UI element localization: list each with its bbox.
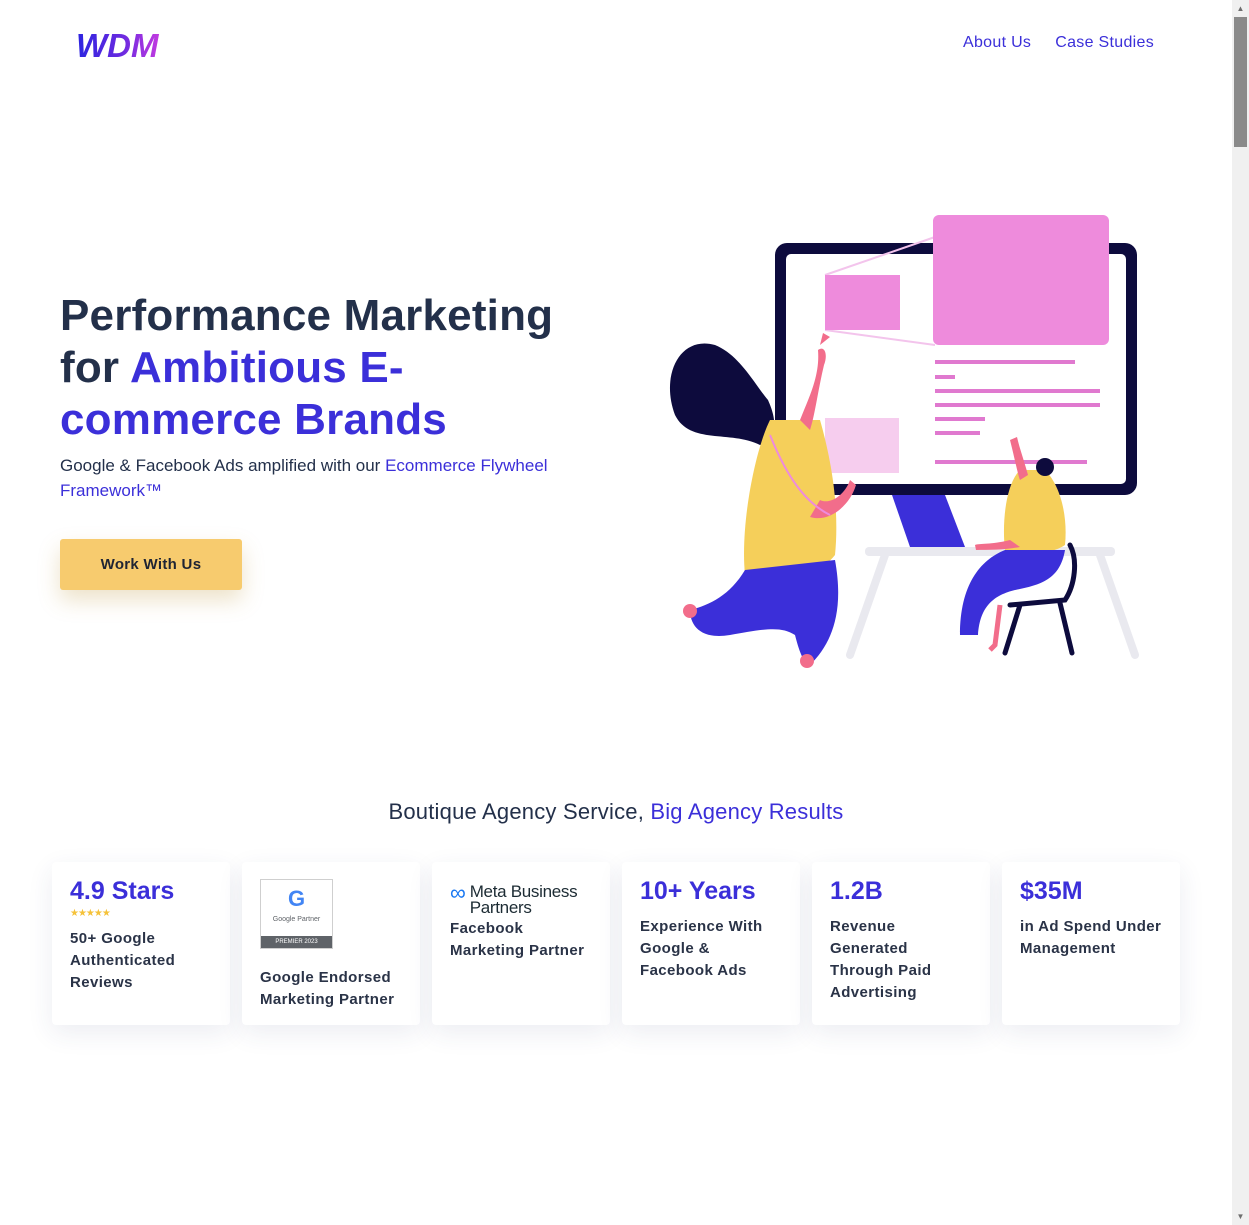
- nav-case-studies[interactable]: Case Studies: [1055, 34, 1154, 52]
- stat-description: 50+ Google Authenticated Reviews: [70, 930, 176, 991]
- hero-title: Performance Marketing for Ambitious E-co…: [60, 290, 600, 446]
- meta-logo-line2: Partners: [469, 898, 532, 917]
- google-partner-badge: G Google Partner PREMIER 2023: [260, 879, 333, 949]
- wdm-logo[interactable]: WDM: [76, 27, 176, 67]
- scrollbar-thumb[interactable]: [1234, 17, 1247, 147]
- stats-title-text: Boutique Agency Service,: [388, 799, 651, 824]
- stat-description: Facebook Marketing Partner: [450, 920, 585, 959]
- meta-business-partners-logo: ∞ Meta Business Partners: [450, 880, 592, 917]
- stat-value: $35M: [1020, 877, 1083, 905]
- stats-section-title: Boutique Agency Service, Big Agency Resu…: [0, 799, 1232, 825]
- stat-card-reviews: 4.9 Stars ★★★★★ 50+ Google Authenticated…: [52, 862, 230, 1025]
- nav-about-us[interactable]: About Us: [963, 34, 1031, 52]
- stat-description: Google Endorsed Marketing Partner: [260, 969, 395, 1008]
- stat-card-years: 10+ Years Experience With Google & Faceb…: [622, 862, 800, 1025]
- stat-description: Revenue Generated Through Paid Advertisi…: [830, 918, 932, 1001]
- stat-value: 1.2B: [830, 877, 883, 905]
- stats-title-accent: Big Agency Results: [650, 799, 844, 824]
- hero-subtitle: Google & Facebook Ads amplified with our…: [60, 453, 600, 503]
- meta-logo-text: Meta Business Partners: [469, 883, 578, 917]
- hero-illustration: [669, 215, 1139, 668]
- badge-footer: PREMIER 2023: [261, 936, 332, 948]
- scroll-down-arrow-icon[interactable]: ▼: [1232, 1208, 1249, 1225]
- stat-description: in Ad Spend Under Management: [1020, 918, 1162, 957]
- stat-value: 10+ Years: [640, 877, 756, 905]
- hero-subtitle-text: Google & Facebook Ads amplified with our: [60, 456, 386, 475]
- vertical-scrollbar[interactable]: ▲ ▼: [1232, 0, 1249, 1225]
- logo-mark: WDM: [76, 27, 160, 64]
- google-g-icon: G: [287, 886, 306, 911]
- stat-value: 4.9 Stars: [70, 877, 175, 905]
- badge-label: Google Partner: [272, 916, 321, 923]
- stat-card-meta-partner: ∞ Meta Business Partners Facebook Marketi…: [432, 862, 610, 1025]
- scroll-up-arrow-icon[interactable]: ▲: [1232, 0, 1249, 17]
- stat-description: Experience With Google & Facebook Ads: [640, 918, 763, 979]
- top-nav: About Us Case Studies: [963, 34, 1154, 52]
- stat-card-ad-spend: $35M in Ad Spend Under Management: [1002, 862, 1180, 1025]
- stat-card-google-partner: G Google Partner PREMIER 2023 Google End…: [242, 862, 420, 1025]
- star-rating-icon: ★★★★★: [70, 908, 111, 919]
- work-with-us-button[interactable]: Work With Us: [60, 539, 242, 590]
- logo-text: WDM: [76, 28, 160, 62]
- meta-infinity-icon: ∞: [450, 880, 466, 905]
- stats-cards: 4.9 Stars ★★★★★ 50+ Google Authenticated…: [52, 862, 1180, 1025]
- stat-card-revenue: 1.2B Revenue Generated Through Paid Adve…: [812, 862, 990, 1025]
